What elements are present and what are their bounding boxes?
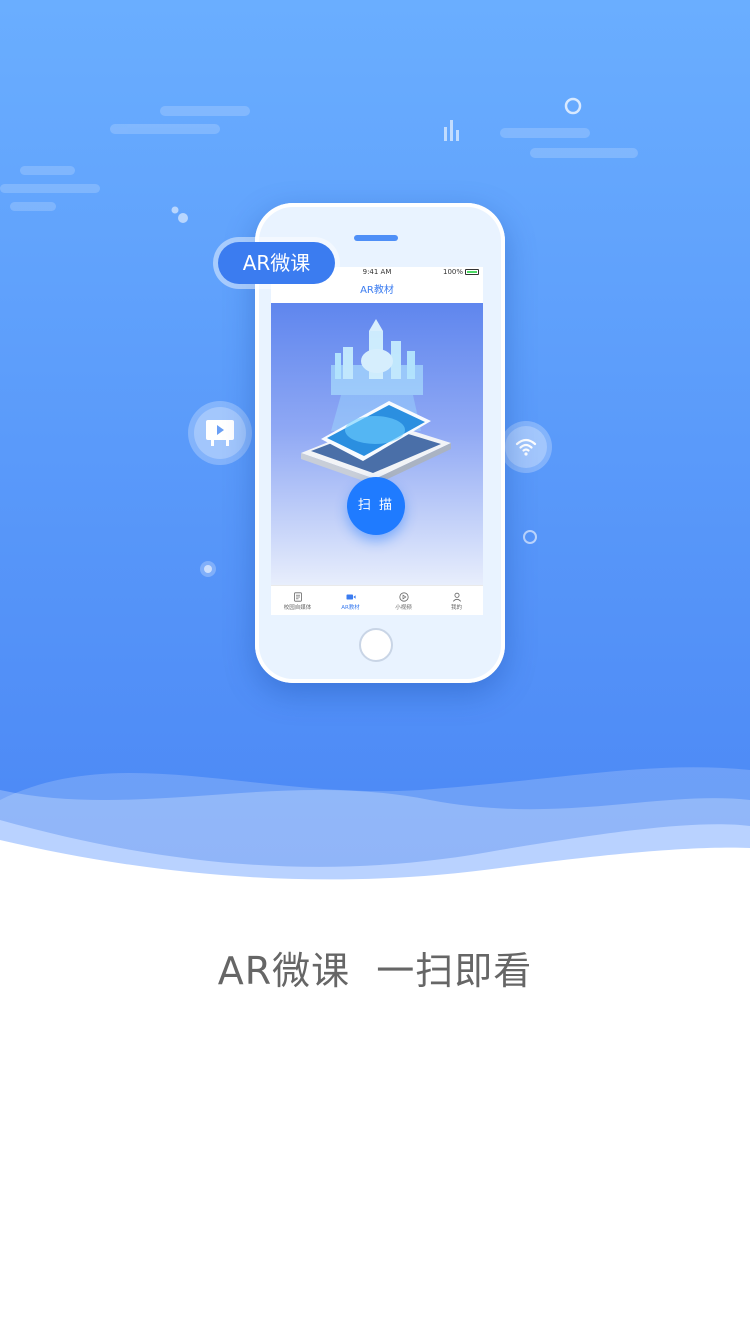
ar-book-illustration (301, 319, 451, 485)
tab-bar: 校园自媒体 AR教材 小视频 我的 (271, 585, 483, 615)
tagline: AR微课 一扫即看 (217, 949, 533, 993)
hero-illustration: 9:41 AM 100% AR教材 扫 描 校园自媒体 AR教材 小视频 我的 … (0, 0, 750, 900)
ar-course-badge: AR微课 (213, 237, 340, 289)
ar-camera-icon (346, 594, 356, 599)
ar-course-badge-label: AR微课 (218, 242, 335, 284)
play-board-icon (194, 407, 246, 459)
tab-label: 小视频 (395, 604, 412, 611)
ar-textbook-content: 扫 描 (271, 303, 483, 585)
splash-screen: 9:41 AM 100% AR教材 扫 描 校园自媒体 AR教材 小视频 我的 … (0, 0, 750, 1334)
tab-campus-media[interactable]: 校园自媒体 (271, 586, 324, 615)
play-circle-icon (398, 591, 409, 602)
play-board-bubble (188, 401, 252, 465)
tab-label: 校园自媒体 (283, 604, 312, 611)
tab-label: 我的 (450, 604, 462, 611)
phone-screen: 9:41 AM 100% AR教材 扫 描 校园自媒体 AR教材 小视频 我的 (271, 267, 483, 615)
scan-button[interactable]: 扫 描 (347, 477, 405, 535)
battery-percent: 100% (442, 268, 463, 276)
wifi-bubble (500, 421, 552, 473)
document-icon (293, 591, 302, 602)
wifi-icon (505, 426, 547, 468)
tab-mine[interactable]: 我的 (430, 586, 483, 615)
tab-label: AR教材 (341, 604, 360, 611)
home-button (359, 628, 393, 662)
person-icon (452, 592, 461, 602)
tab-ar-textbook[interactable]: AR教材 (324, 586, 377, 615)
phone-speaker (354, 235, 398, 241)
tab-short-video[interactable]: 小视频 (377, 586, 430, 615)
battery-icon (465, 269, 479, 275)
